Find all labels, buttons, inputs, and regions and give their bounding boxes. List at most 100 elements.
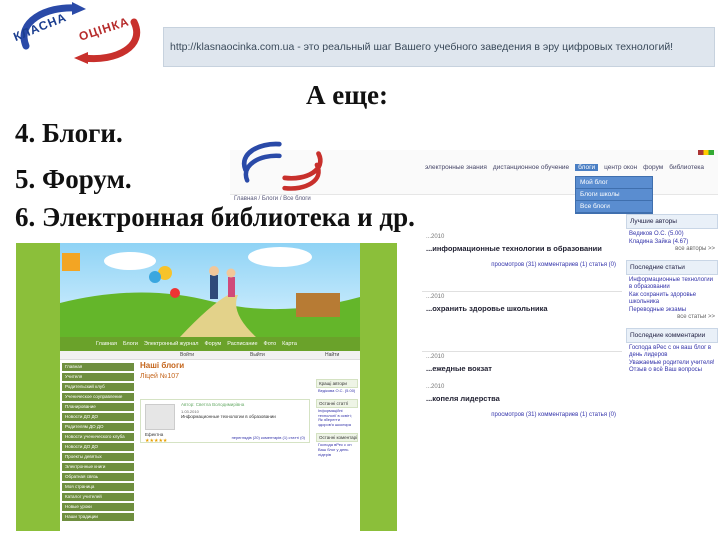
sidebar-item[interactable]: Главная [62,363,134,371]
page-title: Наші блоги [140,361,185,370]
post-title[interactable]: ...охранить здоровье школьника [426,304,548,313]
post-meta: просмотров (31) комментариев (1) статья … [491,262,616,268]
sidebar-item[interactable]: Новости ДО ДО [62,443,134,451]
presentation-slide: КЛАСНА ОЦІНКА http://klasnaocinka.com.ua… [0,0,720,540]
post-title[interactable]: ...ежедные вокзат [426,364,492,373]
post-meta: просмотров (31) комментариев (1) статья … [491,412,616,418]
blog-post-card[interactable]: Автор: Светла Володимирівна 1.03.2010 Ин… [140,399,310,444]
sidebar-item[interactable]: Новости ученического клуба [62,433,134,441]
card-title[interactable]: Информационные технологии в образовании [181,414,309,419]
dropdown-my-blog[interactable]: Мой блог [576,177,652,189]
blog-post-list: ...2010 ...информационные технологии в о… [422,232,622,432]
sidebar-item[interactable]: Моя страница [62,483,134,491]
avatar [145,404,175,430]
url-banner: http://klasnaocinka.com.ua - это реальны… [163,27,715,67]
sidebar-item[interactable]: Новые уроки [62,503,134,511]
list-item-blogs: 4. Блоги. [15,118,123,148]
login-link[interactable]: Войти [180,352,194,358]
url-banner-text: http://klasnaocinka.com.ua - это реальны… [170,41,674,53]
author-link[interactable]: Ведиков О.С. (5.00) [629,231,715,239]
rating-stars: ★★★★★ [145,438,168,444]
box-body[interactable]: Інформаційні технології в освіті; Як збе… [316,408,358,429]
author-name: Ефектна [145,432,164,437]
latest-articles-list: Информационные технологии в образовании … [626,275,718,324]
best-authors-heading: Лучшие авторы [626,214,718,229]
sidebar-item[interactable]: Родительский клуб [62,383,134,391]
menu-item-map[interactable]: Карта [282,341,297,347]
page-subtitle: Ліцей №107 [140,373,180,380]
menu-item-schedule[interactable]: Расписание [227,341,257,347]
sidebar-item[interactable]: Ученическое соуправление [62,393,134,401]
list-item[interactable]: ...2010 ...копеля лидерства просмотров (… [422,382,622,432]
nav-item-forum[interactable]: форум [643,164,663,171]
article-link[interactable]: Информационные технологии в образовании [629,277,715,292]
slide-heading: А еще: [306,80,389,110]
menu-item-blogs[interactable]: Блоги [123,341,138,347]
box-body[interactable]: Ведікова О.С. (5.00) [316,388,358,395]
all-articles-link[interactable]: все статьи >> [629,314,715,322]
sidebar-item[interactable]: Учителя [62,373,134,381]
best-authors-list: Ведиков О.С. (5.00) Кладина Зайка (4.67)… [626,229,718,256]
nav-item-knowledge[interactable]: электронные знания [425,164,487,171]
post-date: ...2010 [426,294,445,300]
sidebar-item[interactable]: Планирование [62,403,134,411]
all-authors-link[interactable]: все авторы >> [629,246,715,254]
site-content: Наші блоги Ліцей №107 [140,361,310,380]
sidebar-item[interactable]: Наши традиции [62,513,134,521]
latest-comments-list: Господа вРес с он ваш блог в день лидеро… [626,343,718,377]
nav-item-library[interactable]: библиотека [669,164,704,171]
nav-item-distance[interactable]: дистанционное обучение [493,164,569,171]
site-toolbar: Войти Выйти Найти [60,351,360,360]
menu-item-photo[interactable]: Фото [264,341,277,347]
box-heading: Останні статті [316,398,358,408]
list-item[interactable]: ...2010 ...ежедные вокзат [422,352,622,382]
menu-item-home[interactable]: Главная [96,341,117,347]
site-right-column: Кращі автори Ведікова О.С. (5.00) Останн… [316,375,358,458]
sidebar-item[interactable]: Обратная связь [62,473,134,481]
search-button[interactable]: Найти [325,352,339,358]
blogs-dropdown: Мой блог Блоги школы Все блоги [575,176,653,214]
language-flag-icon [698,150,714,155]
menu-item-forum[interactable]: Форум [204,341,221,347]
list-item[interactable]: ...2010 ...охранить здоровье школьника [422,292,622,352]
site-sidebar: Главная Учителя Родительский клуб Ученич… [62,363,134,523]
nav-item-center[interactable]: центр окон [604,164,637,171]
post-title[interactable]: ...информационные технологии в образован… [426,244,602,253]
sidebar-item[interactable]: Родителям ДО ДО [62,423,134,431]
sidebar-item[interactable]: Новости ДО ДО [62,413,134,421]
article-link[interactable]: Переводные экзамы [629,307,715,315]
box-body[interactable]: Господа вРес с он Ваш блог у день лідері… [316,442,358,458]
hero-banner [60,243,360,337]
site-page: Войти Выйти Найти Главная Учителя Родите… [60,351,360,531]
hero-illustration [60,243,360,337]
post-title[interactable]: ...копеля лидерства [426,394,500,403]
sidebar-item[interactable]: Проекты девятых [62,453,134,461]
latest-comments-heading: Последние комментарии [626,327,718,343]
post-date: ...2010 [426,354,445,360]
green-site-screenshot: Главная Блоги Электронный журнал Форум Р… [16,243,397,531]
blog-nav: электронные знания дистанционное обучени… [425,164,704,171]
author-link[interactable]: Кладина Зайка (4.67) [629,239,715,247]
site-menu: Главная Блоги Электронный журнал Форум Р… [60,337,360,351]
sidebar-item[interactable]: Каталог учителей [62,493,134,501]
comment-link[interactable]: Уважаемые родители учителя! Отзыв о всё … [629,360,715,375]
menu-item-journal[interactable]: Электронный журнал [144,341,199,347]
logo-graphic [241,141,323,181]
sidebar-item[interactable]: Электронные книги [62,463,134,471]
nav-item-blogs[interactable]: блоги [575,164,599,171]
card-links[interactable]: переглядів (20) коментарів (1) статті (0… [232,435,305,440]
post-date: ...2010 [426,384,445,390]
comment-link[interactable]: Господа вРес с он ваш блог в день лидеро… [629,345,715,360]
box-heading: Кращі автори [316,379,358,388]
list-item[interactable]: ...2010 ...информационные технологии в о… [422,232,622,292]
logo: КЛАСНА ОЦІНКА [6,2,154,64]
card-author: Автор: Светла Володимирівна [181,402,245,407]
blog-right-sidebar: Лучшие авторы Ведиков О.С. (5.00) Кладин… [626,210,718,377]
post-date: ...2010 [426,234,445,240]
latest-articles-heading: Последние статьи [626,259,718,275]
logo [232,140,332,182]
dropdown-school-blogs[interactable]: Блоги школы [576,189,652,201]
box-heading: Останні коментарі [316,432,358,442]
logout-link[interactable]: Выйти [250,352,265,358]
article-link[interactable]: Как сохранить здоровье школьника [629,292,715,307]
